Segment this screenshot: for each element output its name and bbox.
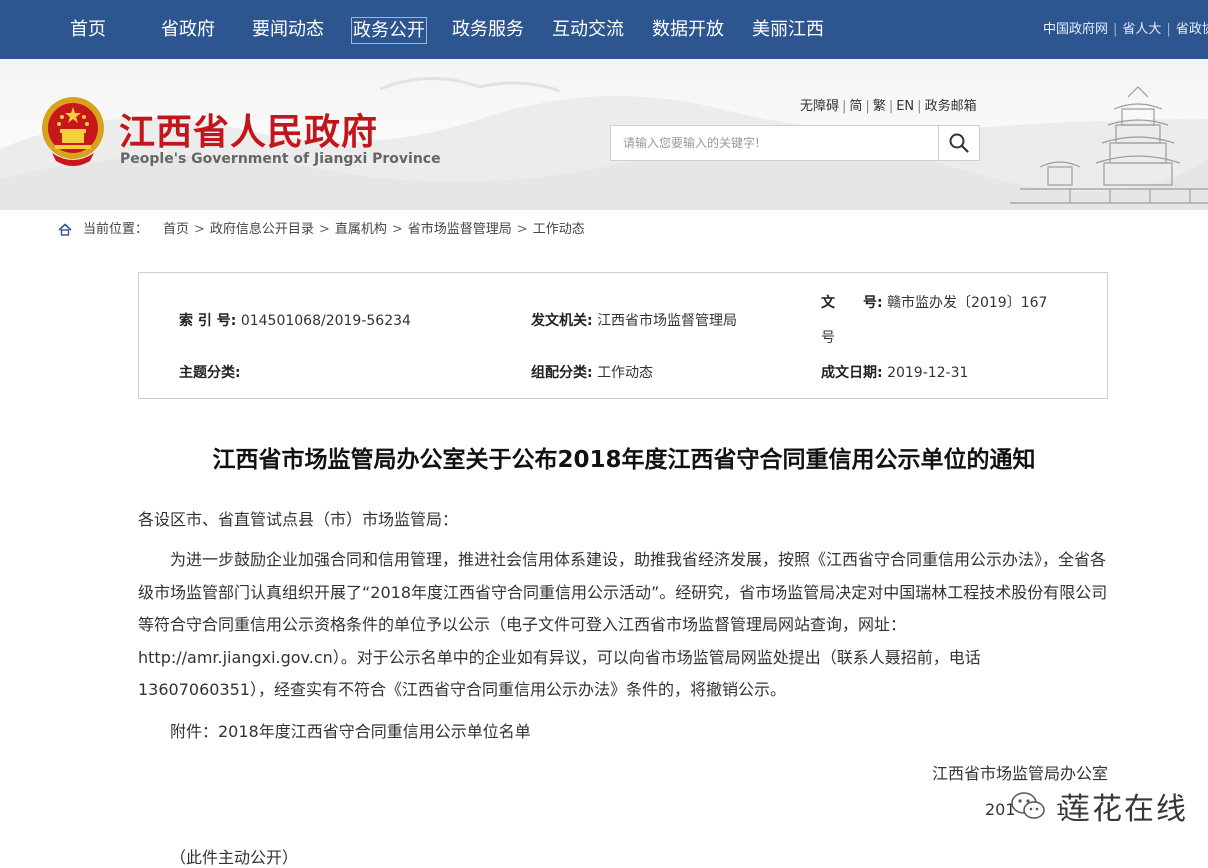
article-attachment[interactable]: 附件：2018年度江西省守合同重信用公示单位名单	[170, 718, 531, 742]
breadcrumb-item-work-news[interactable]: 工作动态	[533, 222, 585, 237]
breadcrumb-label: 当前位置：	[83, 222, 149, 237]
national-emblem-icon	[42, 97, 104, 166]
divider: |	[888, 99, 894, 114]
breadcrumb-separator: >	[516, 222, 528, 237]
link-traditional[interactable]: 繁	[873, 99, 886, 114]
site-header: 江西省人民政府 People's Government of Jiangxi P…	[0, 59, 1208, 210]
divider: |	[1113, 22, 1118, 37]
pagoda-illustration	[1010, 86, 1208, 204]
nav-item-open-data[interactable]: 数据开放	[652, 0, 724, 59]
top-links: 中国政府网 | 省人大 | 省政协	[1043, 0, 1208, 59]
breadcrumb-separator: >	[318, 222, 330, 237]
wechat-icon	[1011, 792, 1045, 819]
written-date-label: 成文日期:	[821, 365, 883, 381]
written-date: 成文日期: 2019-12-31	[821, 362, 968, 382]
topic-category-label: 主题分类:	[179, 365, 241, 381]
breadcrumb-item-catalog[interactable]: 政府信息公开目录	[210, 222, 314, 237]
nav-item-government[interactable]: 省政府	[161, 0, 215, 59]
site-title: 江西省人民政府	[119, 112, 379, 153]
index-number: 索 引 号: 014501068/2019-56234	[179, 310, 411, 330]
document-number-value: 赣市监办发〔2019〕167	[887, 295, 1048, 311]
watermark-text: 莲花在线	[1060, 792, 1188, 827]
link-simplified[interactable]: 简	[849, 99, 862, 114]
breadcrumb-path: 首页 > 政府信息公开目录 > 直属机构 > 省市场监督管理局 > 工作动态	[163, 210, 585, 250]
watermark: 莲花在线	[1010, 784, 1188, 828]
article-body: 为进一步鼓励企业加强合同和信用管理，推进社会信用体系建设，助推我省经济发展，按照…	[138, 550, 1108, 699]
home-icon	[58, 223, 72, 236]
nav-item-interaction[interactable]: 互动交流	[552, 0, 624, 59]
nav-item-open-affairs[interactable]: 政务公开	[351, 17, 427, 44]
search-box	[610, 125, 980, 161]
site-subtitle: People's Government of Jiangxi Province	[120, 151, 441, 167]
search-button[interactable]	[938, 126, 979, 160]
breadcrumb-separator: >	[194, 222, 205, 237]
breadcrumb-item-bureau[interactable]: 省市场监督管理局	[408, 222, 512, 237]
document-number-label-tail: 号:	[863, 295, 883, 311]
divider: |	[842, 99, 847, 114]
index-number-label: 索 引 号:	[179, 313, 237, 329]
document-number-label: 文	[821, 295, 835, 311]
breadcrumb-item-agencies[interactable]: 直属机构	[335, 222, 387, 237]
topic-category: 主题分类:	[179, 362, 241, 382]
link-gov-mail[interactable]: 政务邮箱	[925, 99, 977, 114]
nav-item-services[interactable]: 政务服务	[452, 0, 524, 59]
assembly-category: 组配分类: 工作动态	[531, 362, 653, 382]
article-signature: 江西省市场监管局办公室	[931, 764, 1108, 783]
link-english[interactable]: EN	[896, 99, 914, 114]
assembly-category-label: 组配分类:	[531, 365, 593, 381]
search-icon	[949, 133, 969, 153]
nav-item-news[interactable]: 要闻动态	[252, 0, 324, 59]
issuing-authority-label: 发文机关:	[531, 313, 593, 329]
article-footer-note: （此件主动公开）	[170, 848, 299, 867]
nav-item-home[interactable]: 首页	[70, 0, 106, 59]
utility-links: 无障碍 | 简 | 繁 | EN | 政务邮箱	[800, 95, 977, 114]
nav-item-beautiful-jiangxi[interactable]: 美丽江西	[752, 0, 824, 59]
divider: |	[865, 99, 870, 114]
top-navigation: 首页 省政府 要闻动态 政务公开 政务服务 互动交流 数据开放 美丽江西 中国政…	[0, 0, 1208, 59]
link-central-gov[interactable]: 中国政府网	[1043, 22, 1108, 37]
issuing-authority: 发文机关: 江西省市场监督管理局	[531, 310, 737, 330]
link-accessibility[interactable]: 无障碍	[800, 99, 839, 114]
document-number-suffix: 号	[821, 330, 835, 346]
document-number: 文 号: 赣市监办发〔2019〕167	[821, 292, 1047, 312]
article-title: 江西省市场监管局办公室关于公布2018年度江西省守合同重信用公示单位的通知	[212, 447, 1036, 473]
written-date-value: 2019-12-31	[887, 365, 969, 381]
divider: |	[1166, 22, 1171, 37]
search-input[interactable]	[611, 126, 941, 160]
assembly-category-value: 工作动态	[597, 365, 654, 381]
link-provincial-cppcc[interactable]: 省政协	[1176, 22, 1208, 37]
link-provincial-congress[interactable]: 省人大	[1122, 22, 1161, 37]
index-number-value: 014501068/2019-56234	[240, 313, 411, 329]
divider: |	[917, 99, 922, 114]
breadcrumb-separator: >	[391, 222, 403, 237]
breadcrumb-item-home[interactable]: 首页	[163, 222, 189, 237]
issuing-authority-value: 江西省市场监督管理局	[597, 313, 738, 329]
document-info-table: 索 引 号: 014501068/2019-56234 发文机关: 江西省市场监…	[138, 272, 1108, 399]
article-salutation: 各设区市、省直管试点县（市）市场监管局：	[138, 510, 459, 529]
breadcrumb: 当前位置： 首页 > 政府信息公开目录 > 直属机构 > 省市场监督管理局 > 工作动态	[0, 210, 1208, 250]
